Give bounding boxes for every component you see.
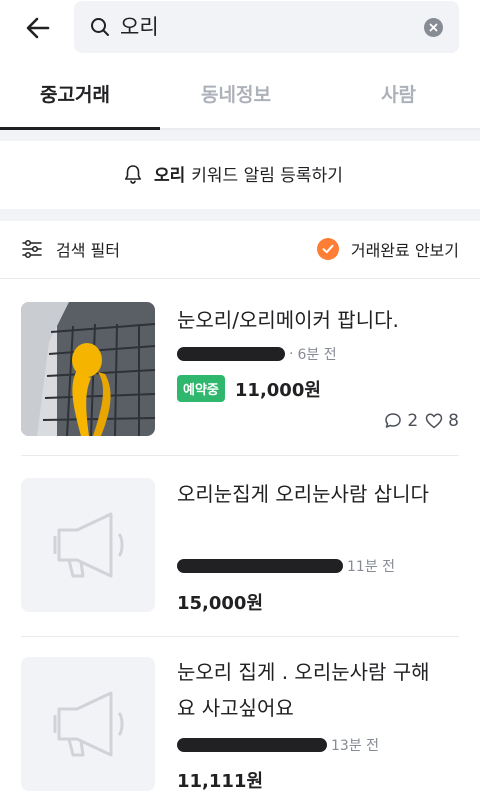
item-meta: 11분 전 bbox=[177, 555, 395, 577]
search-query: 오리 bbox=[120, 15, 159, 39]
search-header: 오리 bbox=[0, 0, 480, 62]
list-item[interactable]: 눈오리/오리메이커 팝니다. · 6분 전 예약중 11,000원 2 8 bbox=[0, 279, 480, 456]
alert-keyword: 오리 bbox=[154, 166, 186, 186]
redaction-mark bbox=[177, 347, 285, 361]
tab-neighborhood-info[interactable]: 동네정보 bbox=[201, 82, 271, 108]
item-meta: 13분 전 bbox=[177, 734, 379, 756]
search-icon bbox=[90, 17, 110, 37]
item-title: 눈오리 집게 . 오리눈사람 구해요 사고싶어요 bbox=[177, 660, 430, 720]
item-meta: · 6분 전 bbox=[177, 343, 337, 365]
item-time: 11분 전 bbox=[347, 559, 396, 575]
item-price: 11,000원 bbox=[234, 379, 321, 401]
redaction-mark bbox=[177, 738, 327, 752]
item-stats: 2 8 bbox=[383, 411, 459, 431]
item-price: 11,111원 bbox=[177, 771, 264, 792]
placeholder-thumbnail bbox=[21, 657, 155, 791]
placeholder-thumbnail bbox=[21, 478, 155, 612]
redaction-mark bbox=[177, 559, 343, 573]
search-filter-label: 검색 필터 bbox=[56, 241, 120, 260]
item-time: 13분 전 bbox=[331, 738, 380, 754]
section-gap bbox=[0, 130, 480, 141]
chat-icon bbox=[385, 413, 402, 428]
list-item[interactable]: 오리눈집게 오리눈사람 삽니다 11분 전 15,000원 bbox=[0, 456, 480, 637]
search-input[interactable]: 오리 bbox=[74, 1, 459, 53]
item-title: 오리눈집게 오리눈사람 삽니다 bbox=[177, 482, 429, 506]
item-price: 15,000원 bbox=[177, 593, 264, 614]
bell-icon bbox=[125, 164, 141, 184]
filter-sliders-icon bbox=[22, 239, 42, 259]
item-title: 눈오리/오리메이커 팝니다. bbox=[177, 308, 399, 332]
hide-completed-label: 거래완료 안보기 bbox=[350, 241, 459, 260]
item-photo bbox=[21, 302, 155, 436]
heart-icon bbox=[425, 413, 443, 429]
check-icon bbox=[316, 238, 339, 260]
chat-count: 2 bbox=[407, 411, 419, 431]
alert-label: 키워드 알림 등록하기 bbox=[191, 166, 343, 186]
like-count: 8 bbox=[448, 411, 459, 431]
back-arrow-icon[interactable] bbox=[22, 12, 54, 44]
item-price-row: 예약중 11,000원 bbox=[177, 375, 321, 402]
list-item[interactable]: 눈오리 집게 . 오리눈사람 구해요 사고싶어요 13분 전 11,111원 bbox=[0, 637, 480, 811]
item-price-row: 15,000원 bbox=[177, 589, 263, 615]
reserved-badge: 예약중 bbox=[177, 375, 225, 402]
section-gap bbox=[0, 209, 480, 221]
search-filter-button[interactable]: 검색 필터 bbox=[20, 237, 120, 261]
tab-bar: 중고거래 동네정보 사람 bbox=[0, 62, 480, 130]
megaphone-icon bbox=[53, 691, 124, 757]
tab-people[interactable]: 사람 bbox=[381, 82, 416, 108]
item-time: 6분 전 bbox=[297, 347, 337, 363]
clear-icon[interactable] bbox=[424, 18, 443, 37]
item-price-row: 11,111원 bbox=[177, 767, 263, 793]
filter-bar: 검색 필터 거래완료 안보기 bbox=[0, 221, 480, 279]
hide-completed-toggle[interactable]: 거래완료 안보기 bbox=[316, 237, 459, 261]
tab-used-trade[interactable]: 중고거래 bbox=[40, 82, 110, 108]
megaphone-icon bbox=[53, 512, 124, 578]
keyword-alert-button[interactable]: 오리 키워드 알림 등록하기 bbox=[0, 141, 480, 209]
